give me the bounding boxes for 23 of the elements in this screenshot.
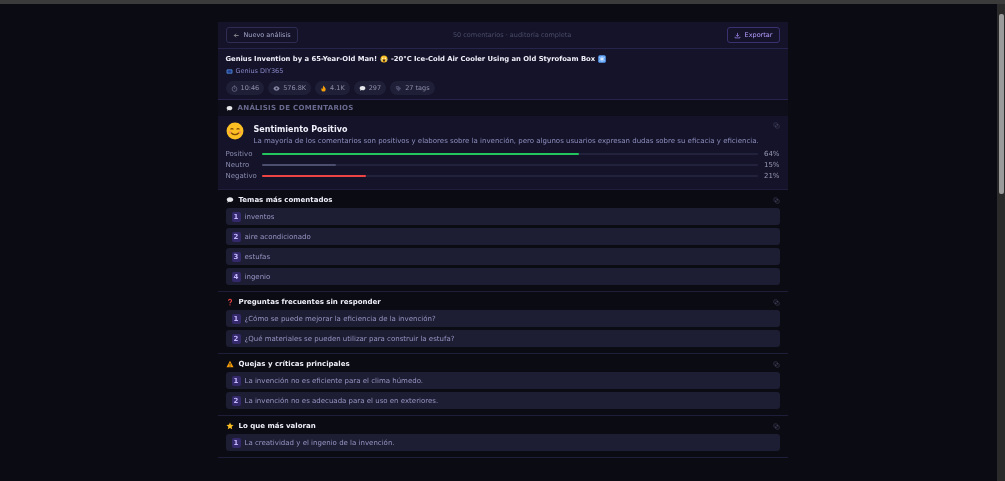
copy-icon[interactable] (772, 422, 780, 430)
copy-icon[interactable] (772, 360, 780, 368)
copy-icon[interactable] (772, 196, 780, 204)
smiling-face-icon (225, 122, 244, 140)
speech-bubble-icon (358, 84, 366, 92)
question-mark-icon (225, 298, 234, 306)
snowflake-icon (598, 55, 607, 63)
warning-icon (225, 360, 234, 368)
copy-icon[interactable] (772, 298, 780, 306)
arrow-left-icon (232, 31, 240, 39)
download-icon (733, 31, 741, 39)
speech-bubble-icon (225, 196, 234, 204)
tv-icon (225, 67, 233, 75)
stopwatch-icon (230, 84, 238, 92)
star-icon (225, 422, 234, 430)
eye-icon (273, 84, 281, 92)
tag-icon (395, 84, 403, 92)
sentiment-title: Sentimiento Positivo (253, 125, 349, 134)
copy-icon[interactable] (772, 122, 780, 129)
flame-icon (320, 84, 328, 92)
scrollbar[interactable] (997, 4, 1005, 481)
screaming-face-icon (380, 55, 388, 63)
speech-bubble-icon (225, 104, 233, 112)
